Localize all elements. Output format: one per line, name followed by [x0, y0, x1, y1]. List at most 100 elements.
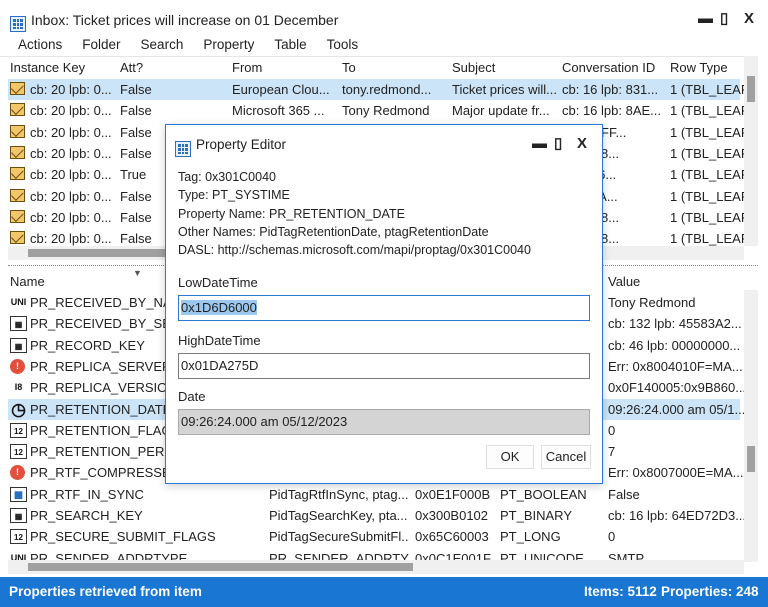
table-cell: False	[608, 486, 640, 502]
low-date-time-input[interactable]: 0x1D6D6000	[178, 295, 590, 321]
table-cell: PT_BOOLEAN	[500, 486, 587, 502]
table-cell: 0	[608, 529, 616, 545]
table-cell: 1 (TBL_LEAF_	[670, 124, 750, 140]
envelope-icon	[10, 124, 25, 138]
menu-tools[interactable]: Tools	[327, 37, 359, 52]
menu-property[interactable]: Property	[203, 37, 254, 52]
table-cell: PT_BINARY	[500, 508, 573, 523]
column-header[interactable]: Subject	[452, 60, 560, 75]
dasl-info: DASL: http://schemas.microsoft.com/mapi/…	[178, 243, 531, 257]
column-header[interactable]: From	[232, 60, 340, 75]
table-row[interactable]: 12 PR_SECURE_SUBMIT_FLAGS PidTagSecureSubm…	[8, 526, 740, 547]
table-cell: 0x0F140005:0x9B860...	[608, 380, 744, 396]
column-header[interactable]: Value	[608, 274, 744, 289]
dialog-close-button[interactable]: X	[577, 135, 587, 152]
column-header[interactable]: Row Type	[670, 60, 750, 75]
table-cell: 1 (TBL_LEAF_	[670, 231, 750, 247]
table-cell: PR_RTF_IN_SYNC	[30, 486, 144, 502]
error-icon: !	[10, 358, 25, 374]
window-title: Inbox: Ticket prices will increase on 01…	[31, 12, 339, 28]
high-date-time-input[interactable]: 0x01DA275D	[178, 353, 590, 379]
lower-horizontal-scrollbar[interactable]	[8, 560, 744, 574]
property-name-info: Property Name: PR_RETENTION_DATE	[178, 207, 405, 221]
table-cell: cb: 46 lpb: 00000000...	[608, 337, 741, 353]
table-row[interactable]: cb: 20 lpb: 0... False Microsoft 365 ... To…	[8, 100, 750, 121]
column-header[interactable]: Att?	[120, 60, 228, 75]
error-icon: !	[10, 465, 25, 481]
menu-table[interactable]: Table	[274, 37, 306, 52]
menu-folder[interactable]: Folder	[82, 37, 120, 52]
date-label: Date	[178, 389, 206, 404]
table-cell: Ticket prices will...	[452, 82, 557, 97]
number-icon: 12	[10, 444, 27, 460]
table-cell: cb: 16 lpb: 64ED72D3...	[608, 508, 744, 523]
table-cell: cb: 20 lpb: 0...	[30, 209, 112, 225]
column-header[interactable]: Instance Key	[10, 60, 118, 75]
table-cell: 1 (TBL_LEAF_	[670, 103, 750, 119]
binary-icon: ▦	[10, 337, 27, 353]
properties-count: Properties: 248	[661, 584, 759, 599]
status-bar: Properties retrieved from item Items: 51…	[0, 577, 768, 607]
table-cell: cb: 20 lpb: 0...	[30, 145, 112, 161]
table-cell: cb: 20 lpb: 0...	[30, 167, 112, 183]
upper-vertical-scrollbar[interactable]	[744, 56, 758, 246]
table-cell: 7	[608, 444, 616, 460]
status-message: Properties retrieved from item	[9, 584, 202, 599]
table-cell: False	[120, 103, 152, 119]
menu-search[interactable]: Search	[141, 37, 184, 52]
app-icon	[10, 10, 26, 33]
table-cell: Err: 0x8004010F=MA...	[608, 358, 743, 374]
lower-vertical-scrollbar[interactable]	[744, 290, 758, 562]
type-info: Type: PT_SYSTIME	[178, 188, 290, 202]
column-header[interactable]: Conversation ID	[562, 60, 668, 75]
maximize-button[interactable]: ▯	[720, 9, 728, 27]
table-row[interactable]: cb: 20 lpb: 0... False European Clou... ton…	[8, 79, 750, 100]
dialog-app-icon	[175, 135, 191, 158]
table-cell: 1 (TBL_LEAF_	[670, 188, 750, 204]
unicode-icon: UNI	[10, 297, 27, 307]
property-editor-dialog: Property Editor ▬ ▯ X Tag: 0x301C0040 Ty…	[165, 124, 603, 484]
table-cell: cb: 16 lpb: 831...	[562, 82, 659, 97]
table-cell: 1 (TBL_LEAF_	[670, 167, 750, 183]
table-cell: 1 (TBL_LEAF_	[670, 209, 750, 225]
table-cell: 1 (TBL_LEAF_	[670, 82, 750, 97]
ok-button[interactable]: OK	[486, 445, 534, 469]
table-cell: PR_SECURE_SUBMIT_FLAGS	[30, 529, 216, 545]
table-cell: cb: 20 lpb: 0...	[30, 188, 112, 204]
int64-icon: I8	[14, 382, 23, 393]
table-cell: PidTagRtfInSync, ptag...	[269, 486, 409, 502]
close-button[interactable]: X	[744, 10, 754, 27]
number-icon: 12	[10, 422, 27, 438]
table-cell: cb: 16 lpb: 8AE...	[562, 103, 662, 119]
table-cell: European Clou...	[232, 82, 330, 97]
table-cell: PR_SEARCH_KEY	[30, 508, 143, 523]
table-cell: 0x300B0102	[415, 508, 489, 523]
table-cell: 09:26:24.000 am 05/1...	[608, 401, 744, 417]
column-header[interactable]: To	[342, 60, 450, 75]
table-row[interactable]: ▦ PR_SEARCH_KEY PidTagSearchKey, pta... 0x3…	[8, 505, 744, 526]
dialog-title: Property Editor	[196, 137, 287, 152]
dialog-maximize-button[interactable]: ▯	[554, 134, 562, 152]
dialog-minimize-button[interactable]: ▬	[532, 135, 547, 152]
boolean-icon: ■	[10, 486, 27, 503]
menu-actions[interactable]: Actions	[18, 37, 62, 52]
table-cell: cb: 20 lpb: 0...	[30, 82, 112, 97]
table-cell: 1 (TBL_LEAF_	[670, 145, 750, 161]
envelope-icon	[10, 103, 25, 117]
items-count: Items: 5112	[584, 584, 657, 599]
table-cell: cb: 20 lpb: 0...	[30, 103, 112, 119]
table-cell: Tony Redmond	[608, 295, 696, 310]
number-icon: 12	[10, 529, 27, 545]
binary-icon: ▦	[10, 316, 27, 332]
minimize-button[interactable]: ▬	[698, 10, 713, 27]
table-cell: Microsoft 365 ...	[232, 103, 325, 119]
tag-info: Tag: 0x301C0040	[178, 170, 276, 184]
envelope-icon	[10, 82, 25, 95]
table-row[interactable]: ■ PR_RTF_IN_SYNC PidTagRtfInSync, ptag... 0…	[8, 484, 740, 505]
binary-icon: ▦	[10, 508, 27, 523]
table-cell: Major update fr...	[452, 103, 550, 119]
envelope-icon	[10, 209, 25, 223]
date-input: 09:26:24.000 am 05/12/2023	[178, 409, 590, 435]
cancel-button[interactable]: Cancel	[541, 445, 591, 469]
envelope-icon	[10, 167, 25, 181]
